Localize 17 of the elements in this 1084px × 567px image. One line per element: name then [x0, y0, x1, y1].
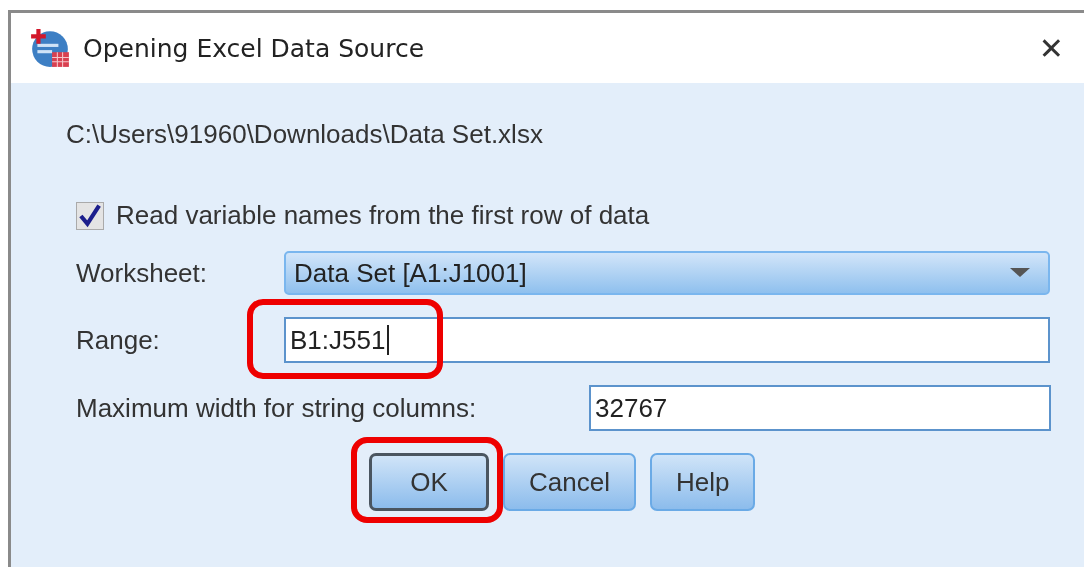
- field-label: Range:: [76, 324, 161, 356]
- range-field[interactable]: B1:J551: [284, 317, 1050, 363]
- dropdown-arrow-icon: [1010, 268, 1030, 278]
- worksheet-dropdown[interactable]: Data Set [A1:J1001]: [284, 251, 1050, 295]
- dialog-button[interactable]: Cancel: [503, 453, 636, 511]
- checkbox-label: Read variable names from the first row of data: [116, 200, 650, 231]
- field-label: Worksheet:: [76, 257, 208, 289]
- window-title: Opening Excel Data Source: [83, 33, 425, 63]
- spreadsheet-app-icon: [29, 27, 71, 69]
- close-button[interactable]: ✕: [1032, 30, 1070, 66]
- dialog-button[interactable]: OK: [369, 453, 489, 511]
- file-path: C:\Users\91960\Downloads\Data Set.xlsx: [66, 119, 544, 150]
- field-label: Maximum width for string columns:: [76, 392, 478, 424]
- dialog-button[interactable]: Help: [649, 453, 756, 511]
- checkbox[interactable]: [76, 201, 104, 230]
- text-cursor: [387, 325, 390, 355]
- max-width-field[interactable]: 32767: [589, 385, 1051, 431]
